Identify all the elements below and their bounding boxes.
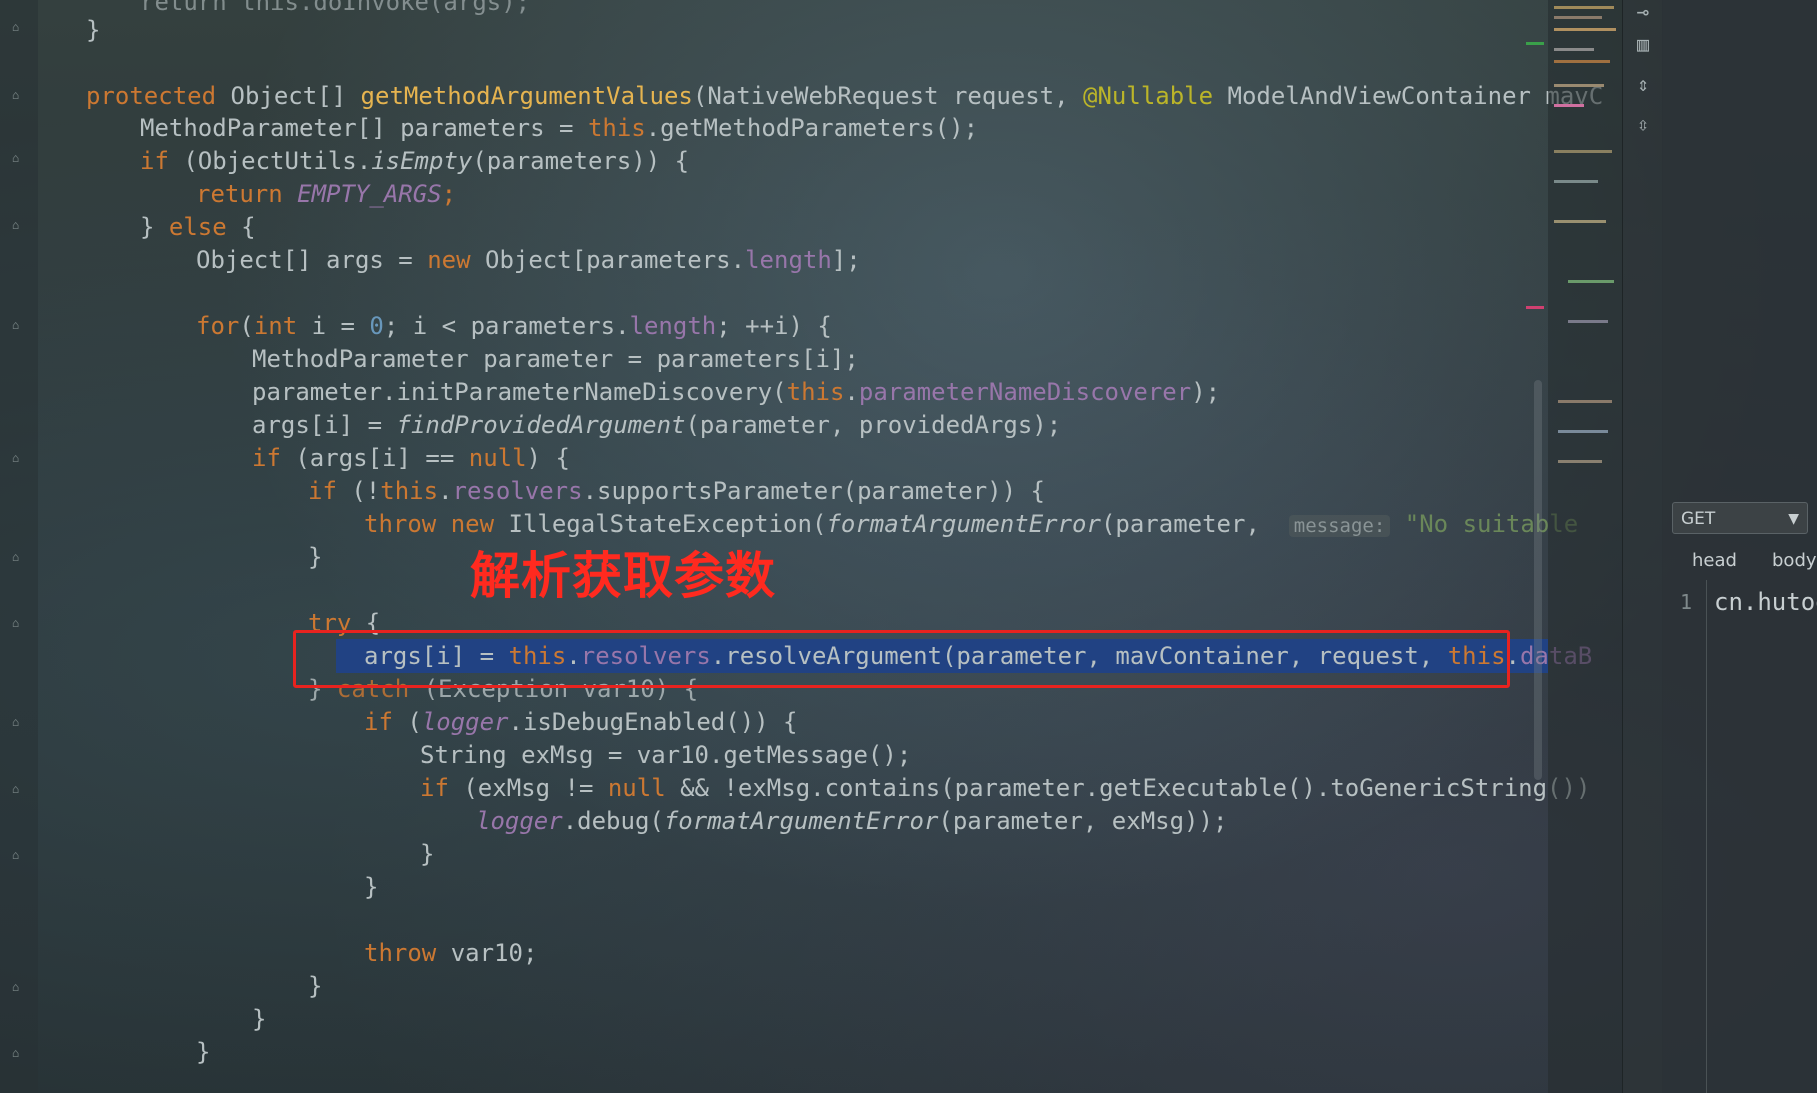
parameter-hint: message: — [1288, 515, 1391, 537]
http-client-panel: GET ▼ head body 1 cn.hutoo — [1662, 0, 1817, 1093]
code-line: return EMPTY_ARGS; — [196, 180, 457, 208]
http-method-select[interactable]: GET ▼ — [1672, 502, 1808, 534]
code-line: } — [308, 543, 323, 571]
code-line: if (args[i] == null) { — [252, 444, 570, 472]
code-line: } — [86, 16, 101, 44]
code-line: logger.debug(formatArgumentError(paramet… — [476, 807, 1228, 835]
annotation-note: 解析获取参数 — [470, 547, 776, 605]
code-minimap[interactable] — [1526, 0, 1622, 1093]
chevron-down-icon: ▼ — [1788, 511, 1799, 527]
bar-chart-icon[interactable]: ▥ — [1631, 32, 1655, 56]
highlight-annotation-box — [293, 630, 1510, 688]
code-line: MethodParameter[] parameters = this.getM… — [140, 114, 979, 142]
code-line: } — [420, 840, 435, 868]
code-line: return this.doInvoke(args); — [140, 0, 531, 16]
code-line: for(int i = 0; i < parameters.length; ++… — [196, 312, 832, 340]
gutter-divider — [1706, 580, 1707, 1093]
pin-icon[interactable]: ⊸ — [1631, 0, 1655, 24]
tab-body[interactable]: body — [1772, 550, 1817, 571]
line-number: 1 — [1680, 590, 1693, 614]
editor-scrollbar[interactable] — [1534, 380, 1542, 780]
code-line: if (ObjectUtils.isEmpty(parameters)) { — [140, 147, 690, 175]
code-line: } — [364, 873, 379, 901]
code-line: if (exMsg != null && !exMsg.contains(par… — [420, 774, 1591, 802]
code-line: args[i] = findProvidedArgument(parameter… — [252, 411, 1062, 439]
expand-icon[interactable]: ⇕ — [1631, 72, 1655, 96]
code-line: Object[] args = new Object[parameters.le… — [196, 246, 861, 274]
code-line-method-signature: protected Object[] getMethodArgumentValu… — [86, 82, 1604, 110]
code-line: MethodParameter parameter = parameters[i… — [252, 345, 859, 373]
code-line: if (!this.resolvers.supportsParameter(pa… — [308, 477, 1045, 505]
code-line: throw var10; — [364, 939, 538, 967]
collapse-icon[interactable]: ⇳ — [1631, 112, 1655, 136]
code-editor[interactable]: return this.doInvoke(args); } protected … — [0, 0, 1603, 1093]
tab-head[interactable]: head — [1692, 550, 1737, 571]
code-line: } — [252, 1005, 267, 1033]
code-line: } — [308, 972, 323, 1000]
code-line: if (logger.isDebugEnabled()) { — [364, 708, 798, 736]
code-line: parameter.initParameterNameDiscovery(thi… — [252, 378, 1221, 406]
right-toolstrip: ⊸ ▥ ⇕ ⇳ — [1622, 0, 1663, 1093]
code-line: } — [196, 1038, 211, 1066]
code-line: String exMsg = var10.getMessage(); — [420, 741, 912, 769]
code-line: } else { — [140, 213, 256, 241]
request-input[interactable]: cn.hutoo — [1714, 588, 1817, 616]
